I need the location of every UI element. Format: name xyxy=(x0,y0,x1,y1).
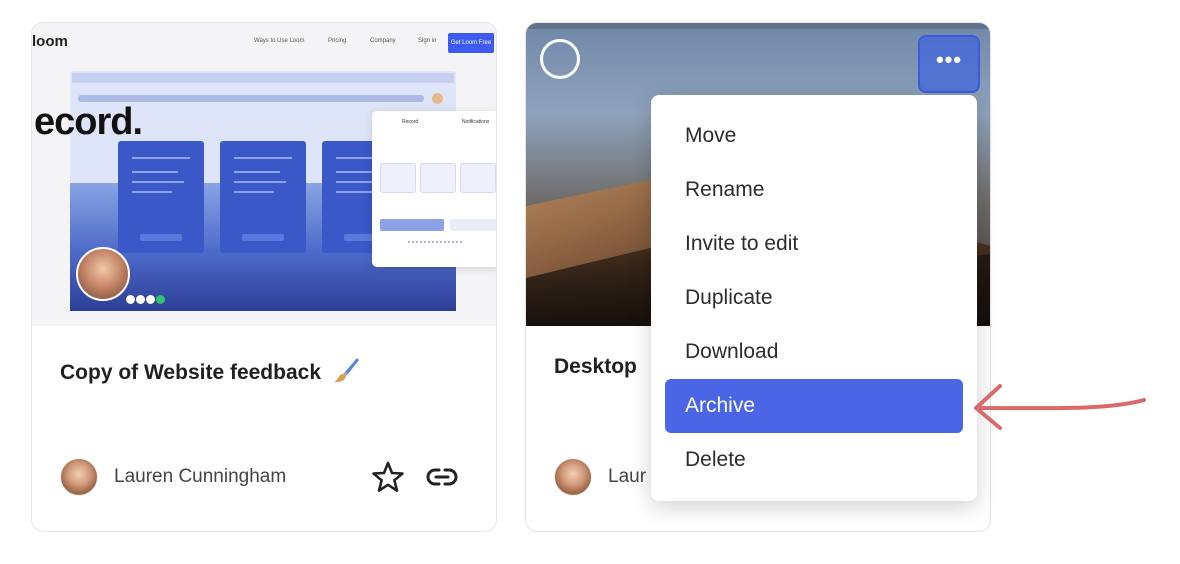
menu-item-delete[interactable]: Delete xyxy=(665,433,963,487)
star-icon[interactable] xyxy=(370,459,406,495)
link-icon[interactable] xyxy=(424,459,460,495)
owner-name: Lauren Cunningham xyxy=(114,466,287,487)
paintbrush-icon xyxy=(333,358,359,383)
owner-name: Laur xyxy=(608,466,647,487)
video-owner: Laur xyxy=(554,457,646,497)
menu-item-duplicate[interactable]: Duplicate xyxy=(665,271,963,325)
avatar xyxy=(554,458,592,496)
menu-item-archive[interactable]: Archive xyxy=(665,379,963,433)
annotation-arrow-icon xyxy=(974,384,1146,430)
video-options-menu: Move Rename Invite to edit Duplicate Dow… xyxy=(651,95,977,501)
avatar xyxy=(60,458,98,496)
thumb-nav-link: Company xyxy=(370,38,396,44)
menu-item-move[interactable]: Move xyxy=(665,109,963,163)
thumb-controls xyxy=(126,291,168,304)
loom-logo: loom xyxy=(32,33,68,50)
thumb-cta: Get Loom Free xyxy=(448,33,494,53)
video-title[interactable]: Copy of Website feedback xyxy=(60,355,361,385)
more-horizontal-icon[interactable]: ••• xyxy=(918,35,980,93)
thumb-headline: ecord. xyxy=(34,101,143,143)
video-library: loom Ways to Use Loom Pricing Company Si… xyxy=(0,0,1180,564)
thumb-record-panel: Record Notifications xyxy=(372,111,496,267)
menu-item-rename[interactable]: Rename xyxy=(665,163,963,217)
thumb-nav-link: Ways to Use Loom xyxy=(254,38,305,44)
video-owner: Lauren Cunningham xyxy=(60,457,286,497)
video-title[interactable]: Desktop xyxy=(554,355,637,379)
video-card[interactable]: loom Ways to Use Loom Pricing Company Si… xyxy=(31,22,497,532)
thumb-nav: loom Ways to Use Loom Pricing Company Si… xyxy=(32,33,496,53)
video-thumbnail[interactable]: loom Ways to Use Loom Pricing Company Si… xyxy=(32,23,496,326)
menu-item-download[interactable]: Download xyxy=(665,325,963,379)
thumb-nav-link: Pricing xyxy=(328,38,347,44)
thumb-nav-link: Sign in xyxy=(418,38,437,44)
thumb-presenter-avatar xyxy=(76,247,130,301)
menu-item-invite-to-edit[interactable]: Invite to edit xyxy=(665,217,963,271)
select-circle-icon[interactable] xyxy=(540,39,580,79)
